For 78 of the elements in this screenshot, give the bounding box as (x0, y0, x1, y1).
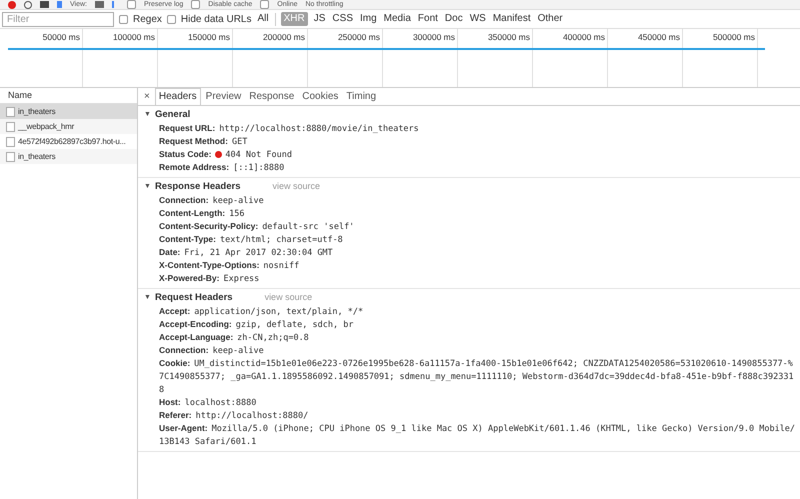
header-value: default-src 'self' (262, 222, 354, 232)
tab[interactable]: Response (246, 89, 298, 105)
header-name: Content-Length: (159, 208, 226, 218)
tab[interactable]: Headers (154, 88, 201, 105)
header-value: text/html; charset=utf-8 (220, 235, 343, 245)
header-name: Accept: (159, 306, 190, 316)
close-button[interactable]: × (141, 89, 153, 105)
header-value: [::1]:8880 (233, 163, 284, 173)
checkbox[interactable] (260, 0, 270, 9)
type-filter-button[interactable]: All (256, 12, 270, 26)
header-name: Connection: (159, 345, 209, 355)
header-value: keep-alive (212, 346, 264, 356)
header-value: gzip, deflate, sdch, br (236, 320, 354, 330)
header-value: keep-alive (212, 196, 264, 206)
header-name: Remote Address: (159, 162, 230, 172)
type-filter-button[interactable]: Media (382, 12, 412, 26)
tick-label: 50000 ms (42, 31, 80, 44)
header-value: Fri, 21 Apr 2017 02:30:04 GMT (184, 248, 333, 258)
header-value: http://localhost:8880/ (196, 411, 308, 421)
header-name: Referer: (159, 410, 192, 420)
type-filter-button[interactable]: CSS (331, 12, 354, 26)
tick-label: 300000 ms (412, 31, 455, 44)
checkbox-label: Hide data URLs (180, 12, 252, 26)
tick-label: 400000 ms (562, 31, 605, 44)
header-value: zh-CN,zh;q=0.8 (237, 333, 309, 343)
header-value: Express (223, 274, 260, 284)
header-value: GET (232, 137, 248, 147)
checkbox[interactable] (166, 14, 176, 24)
checkbox[interactable] (191, 0, 200, 9)
header-name: Date: (159, 247, 180, 257)
header-value: 404 Not Found (225, 150, 292, 160)
section-title[interactable]: Response Headers (154, 180, 240, 194)
section-title[interactable]: General (154, 108, 190, 122)
header-name: Content-Type: (159, 234, 216, 244)
header-name: Request Method: (159, 136, 228, 146)
checkbox[interactable] (119, 14, 128, 24)
type-filter-button[interactable]: Doc (444, 12, 464, 26)
clear-icon[interactable] (24, 0, 32, 8)
header-line: User-Agent: Mozilla/5.0 (iPhone; CPU iPhone OS 9_1 like Mac OS X) AppleWebKit/601.1.46 (KHTML, like Gecko) Version/9.0 Mobile/13B143 Safari/601.1 (158, 422, 796, 448)
header-name: X-Powered-By: (159, 273, 220, 283)
header-name: Host: (159, 397, 181, 407)
request-row[interactable]: in_theaters (0, 104, 137, 119)
header-name: X-Content-Type-Options: (159, 260, 260, 270)
header-value: http://localhost:8880/movie/in_theaters (219, 124, 419, 134)
type-filter-button[interactable]: JS (312, 12, 326, 26)
filter-field[interactable]: Filter (2, 12, 114, 26)
checkbox-label: Regex (133, 12, 162, 26)
tick-label: 250000 ms (338, 31, 380, 44)
tick-label: 150000 ms (188, 31, 230, 44)
column-header: Name (8, 88, 32, 102)
header-value: nosniff (263, 261, 300, 271)
type-filter-button[interactable]: Img (358, 12, 378, 26)
request-row[interactable]: in_theaters (0, 149, 137, 164)
header-name: Request URL: (159, 123, 216, 133)
tick-label: 100000 ms (112, 31, 155, 44)
tick-label: 350000 ms (488, 31, 530, 44)
type-filter-button[interactable]: Other (536, 12, 564, 26)
header-name: Content-Security-Policy: (159, 221, 258, 231)
tick-label: 500000 ms (712, 31, 755, 44)
type-filter-button[interactable]: Manifest (492, 12, 532, 26)
tab[interactable]: Preview (202, 89, 244, 105)
tab[interactable]: Cookies (299, 89, 342, 105)
header-value: 156 (229, 209, 244, 219)
checkbox[interactable] (127, 0, 136, 9)
tab[interactable]: Timing (343, 89, 380, 105)
record-icon[interactable] (8, 0, 16, 8)
tick-label: 450000 ms (638, 31, 680, 44)
type-filter-button[interactable]: WS (468, 12, 487, 26)
header-value: application/json, text/plain, */* (194, 307, 364, 317)
header-name: Accept-Language: (159, 332, 234, 342)
section-title[interactable]: Request Headers (154, 290, 233, 306)
header-name: Connection: (159, 195, 209, 205)
tick-label: 200000 ms (262, 31, 305, 44)
type-filter-button[interactable]: Font (416, 12, 439, 26)
header-name: Accept-Encoding: (159, 319, 232, 329)
header-value: localhost:8880 (184, 398, 256, 408)
request-row[interactable]: __webpack_hmr (0, 119, 137, 134)
header-name: Status Code: (159, 149, 212, 159)
